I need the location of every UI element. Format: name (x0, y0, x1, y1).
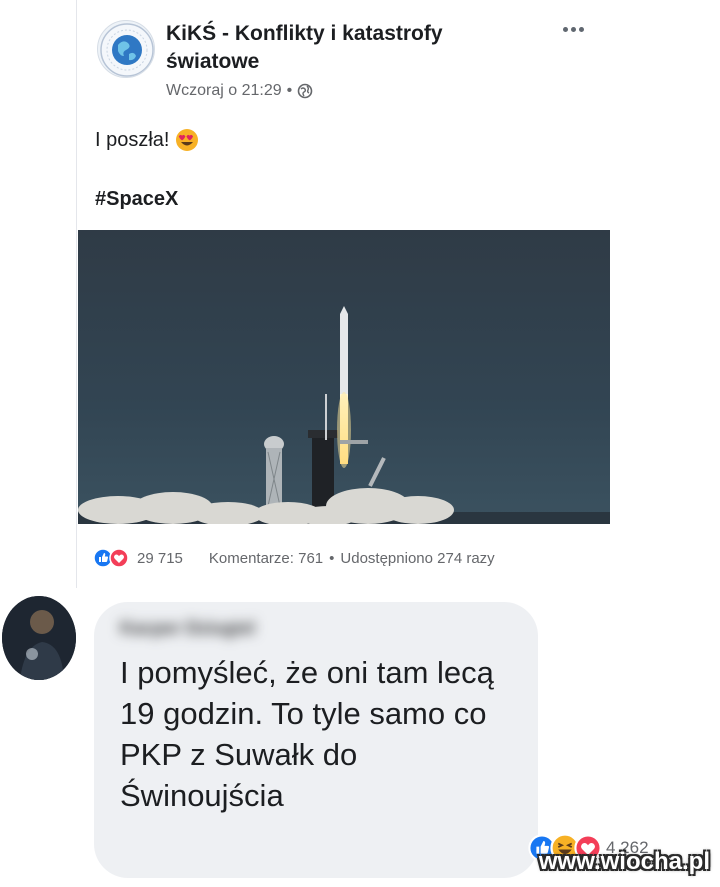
heart-eyes-emoji-icon (176, 129, 199, 151)
globe-logo-icon (100, 23, 154, 77)
post-text-content: I poszła! (95, 128, 170, 151)
commenter-avatar[interactable] (2, 596, 76, 680)
globe-icon (297, 83, 313, 99)
watermark: www.wiocha.pl (538, 848, 710, 875)
comments-count-link[interactable]: Komentarze: 761 (209, 550, 323, 567)
post-stats: 29 715 Komentarze: 761 • Udostępniono 27… (93, 546, 613, 570)
love-icon (109, 548, 129, 568)
dot-2 (570, 26, 576, 32)
post-meta: Wczoraj o 21:29 • (166, 82, 313, 100)
page-name[interactable]: KiKŚ - Konflikty i katastrofy światowe (166, 20, 496, 76)
dot-1 (562, 26, 568, 32)
person-photo-icon (2, 596, 76, 680)
meta-separator: • (286, 82, 293, 99)
post-image-rocket-launch[interactable] (78, 230, 610, 524)
shares-count-link[interactable]: Udostępniono 274 razy (340, 550, 494, 567)
post-text: I poszła! (95, 128, 199, 152)
reaction-icons[interactable] (93, 548, 129, 568)
page-avatar[interactable] (97, 20, 155, 78)
water-tower (264, 436, 284, 508)
post-timestamp[interactable]: Wczoraj o 21:29 (166, 82, 282, 100)
reactions-count[interactable]: 29 715 (137, 550, 183, 567)
comment-text: I pomyśleć, że oni tam lecą 19 godzin. T… (120, 655, 494, 813)
stats-separator: • (329, 549, 335, 567)
dot-3 (578, 26, 584, 32)
rocket-launch-photo (78, 230, 610, 524)
commenter-name[interactable]: Kacper Dziugiel (120, 618, 340, 640)
more-options-icon[interactable] (556, 18, 590, 40)
hashtag-link[interactable]: #SpaceX (95, 188, 178, 211)
